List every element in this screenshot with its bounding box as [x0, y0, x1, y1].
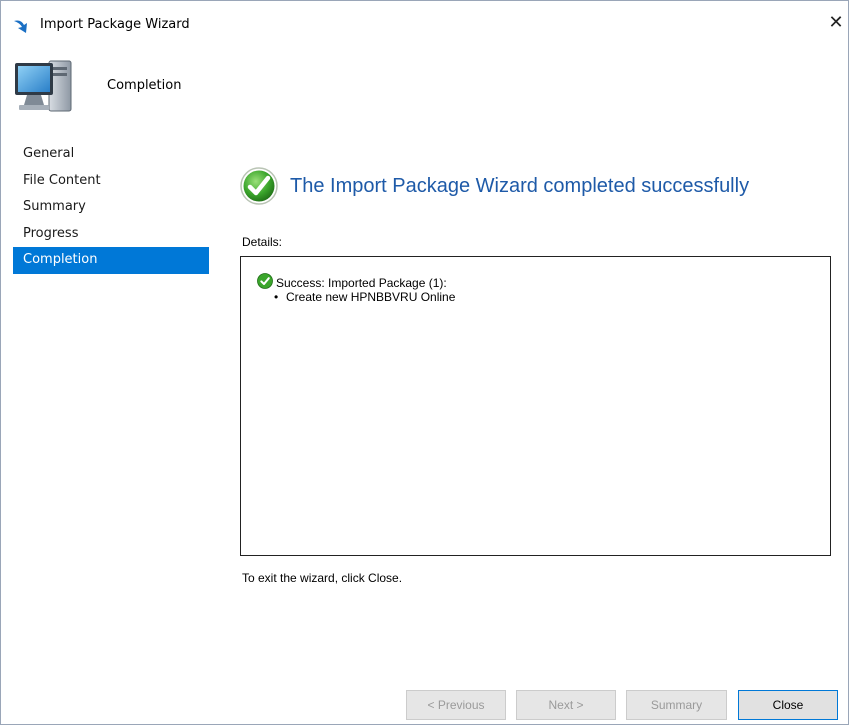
- window-close-button[interactable]: ✕: [824, 11, 848, 35]
- previous-button[interactable]: < Previous: [406, 690, 506, 720]
- sidebar-item-summary[interactable]: Summary: [13, 194, 209, 221]
- success-check-icon: [257, 273, 273, 289]
- exit-hint: To exit the wizard, click Close.: [242, 571, 403, 585]
- detail-success-text: Success: Imported Package (1):: [276, 276, 447, 290]
- sidebar-item-file-content[interactable]: File Content: [13, 168, 209, 195]
- sidebar-item-completion[interactable]: Completion: [13, 247, 209, 274]
- sidebar-item-general[interactable]: General: [13, 141, 209, 168]
- summary-button[interactable]: Summary: [626, 690, 727, 720]
- import-arrow-icon: [14, 20, 27, 33]
- next-button[interactable]: Next >: [516, 690, 616, 720]
- detail-item: • Create new HPNBBVRU Online: [274, 290, 455, 304]
- sidebar-item-progress[interactable]: Progress: [13, 221, 209, 248]
- wizard-header: Completion: [1, 47, 848, 125]
- detail-item-text: Create new HPNBBVRU Online: [286, 290, 456, 304]
- details-box: Success: Imported Package (1): • Create n…: [240, 256, 831, 556]
- success-check-icon: [240, 167, 278, 205]
- window-title: Import Package Wizard: [40, 17, 190, 32]
- wizard-window: Import Package Wizard ✕ Completion Gener…: [0, 0, 849, 725]
- wizard-steps-nav: General File Content Summary Progress Co…: [13, 141, 209, 274]
- bullet: •: [274, 290, 279, 304]
- close-button[interactable]: Close: [738, 690, 838, 720]
- title-bar: Import Package Wizard ✕: [1, 1, 848, 47]
- page-title: Completion: [107, 78, 182, 93]
- computer-icon: [15, 60, 72, 112]
- details-label: Details:: [242, 235, 283, 249]
- completion-heading: The Import Package Wizard completed succ…: [290, 175, 750, 197]
